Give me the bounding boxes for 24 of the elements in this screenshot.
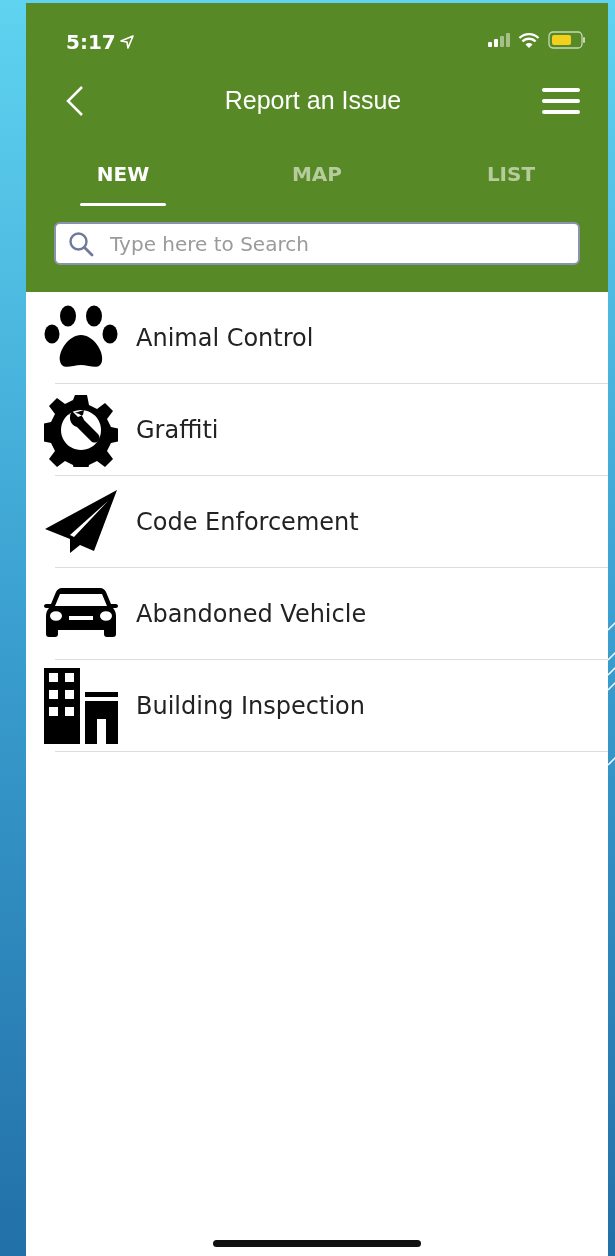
item-label: Abandoned Vehicle (136, 599, 367, 630)
issue-type-item[interactable]: Animal Control (26, 292, 608, 384)
item-label: Code Enforcement (136, 507, 359, 538)
issue-type-item[interactable]: Code Enforcement (26, 476, 608, 568)
back-icon[interactable] (66, 85, 84, 117)
search-icon (68, 230, 94, 257)
item-label: Graffiti (136, 415, 219, 446)
screen-title: Report an Issue (224, 85, 402, 117)
menu-icon[interactable] (542, 88, 580, 114)
building-icon (44, 668, 118, 744)
wifi-icon (518, 32, 540, 48)
paper-plane-icon (44, 489, 118, 555)
status-time: 5:17 (66, 29, 116, 56)
item-label: Building Inspection (136, 691, 365, 722)
tab[interactable]: NEW (96, 141, 150, 203)
issue-type-item[interactable]: Graffiti (26, 384, 608, 476)
item-label: Animal Control (136, 323, 314, 354)
search-field[interactable]: Type here to Search (54, 222, 580, 265)
issue-type-item[interactable]: Building Inspection (26, 660, 608, 752)
battery-icon (548, 31, 586, 49)
location-arrow-icon (119, 35, 134, 49)
issue-type-item[interactable]: Abandoned Vehicle (26, 568, 608, 660)
signal-icon (488, 33, 510, 47)
gear-wrench-icon (44, 393, 118, 467)
